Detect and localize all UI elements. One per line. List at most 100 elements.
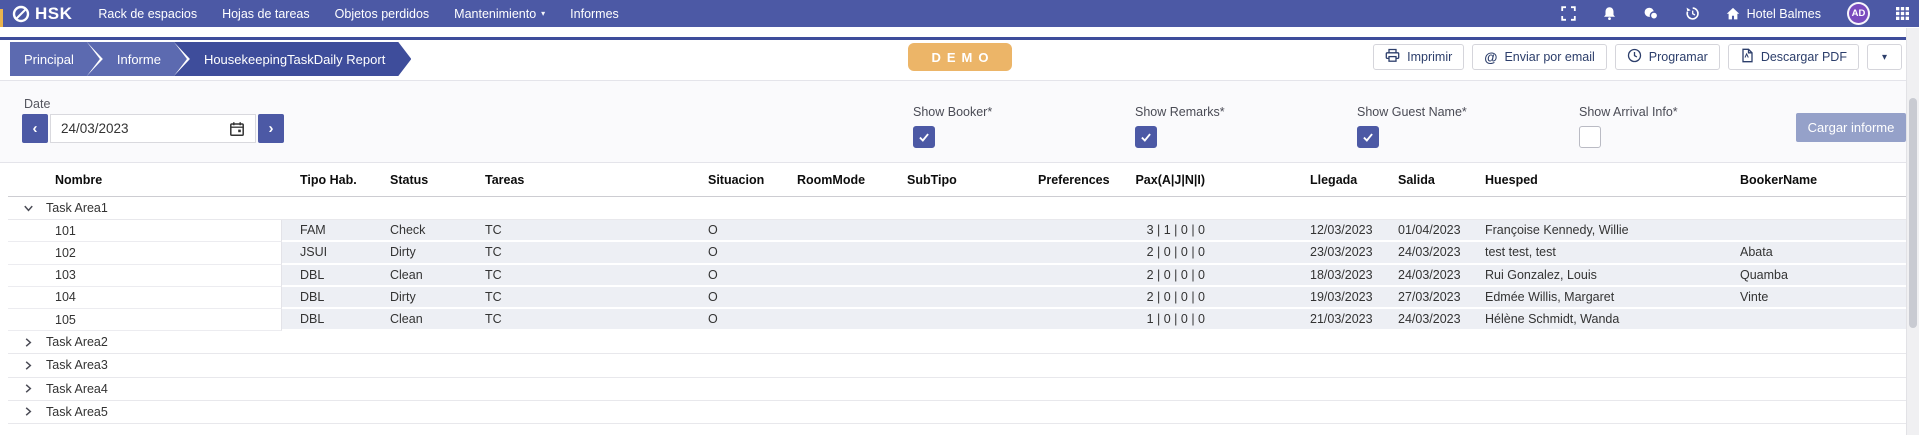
- col-header-situacion[interactable]: Situacion: [700, 163, 792, 196]
- chevron-right-icon[interactable]: [22, 405, 35, 418]
- cell-room-mode: [792, 287, 900, 309]
- user-avatar[interactable]: AD: [1847, 2, 1870, 25]
- menu-item-objetos-perdidos[interactable]: Objetos perdidos: [335, 7, 430, 21]
- group-label: Task Area4: [46, 382, 108, 396]
- menu-item-informes[interactable]: Informes: [570, 7, 619, 21]
- apps-grid-icon[interactable]: [1896, 7, 1909, 20]
- group-label: Task Area3: [46, 358, 108, 372]
- cell-tareas: TC: [474, 242, 700, 264]
- table-row-room-103[interactable]: 103DBLCleanTCO2 | 0 | 0 | 018/03/202324/…: [8, 265, 1910, 287]
- date-input[interactable]: 24/03/2023: [50, 114, 256, 143]
- cell-huesped: Rui Gonzalez, Louis: [1475, 265, 1735, 287]
- cell-pax: 1 | 0 | 0 | 0: [1130, 309, 1210, 331]
- col-header-subtipo[interactable]: SubTipo: [900, 163, 1032, 196]
- chevron-right-icon[interactable]: [22, 336, 35, 349]
- group-row-task-area4[interactable]: Task Area4: [8, 378, 1910, 401]
- group-row-task-area1[interactable]: Task Area1: [8, 197, 1910, 220]
- logo-text: HSK: [35, 4, 72, 24]
- chevron-right-icon[interactable]: [22, 359, 35, 372]
- scrollbar-thumb[interactable]: [1909, 98, 1917, 328]
- cell-room-mode: [792, 242, 900, 264]
- menu-item-hojas-de-tareas[interactable]: Hojas de tareas: [222, 7, 310, 21]
- hsk-logo[interactable]: HSK: [12, 4, 72, 24]
- calendar-icon[interactable]: [229, 121, 245, 137]
- group-row-task-area2[interactable]: Task Area2: [8, 331, 1910, 354]
- demo-badge: DEMO: [908, 43, 1012, 71]
- cell-salida: 24/03/2023: [1390, 242, 1475, 264]
- col-header-roommode[interactable]: RoomMode: [792, 163, 900, 196]
- load-report-button[interactable]: Cargar informe: [1796, 113, 1906, 142]
- cell-sub-tipo: [900, 309, 1032, 331]
- menu-item-mantenimiento[interactable]: Mantenimiento▾: [454, 7, 545, 21]
- menu-item-rack-de-espacios[interactable]: Rack de espacios: [98, 7, 197, 21]
- table-row-room-102[interactable]: 102JSUIDirtyTCO2 | 0 | 0 | 023/03/202324…: [8, 242, 1910, 264]
- show-arrival-info-checkbox[interactable]: [1579, 126, 1601, 148]
- col-header-pax[interactable]: Pax(A|J|N|I): [1130, 163, 1210, 196]
- col-header-bookername[interactable]: BookerName: [1735, 163, 1910, 196]
- cell-tipo-hab: DBL: [282, 265, 378, 287]
- table-row-room-104[interactable]: 104DBLDirtyTCO2 | 0 | 0 | 019/03/202327/…: [8, 287, 1910, 309]
- col-header-salida[interactable]: Salida: [1390, 163, 1475, 196]
- cell-tipo-hab: DBL: [282, 309, 378, 331]
- cell-room-mode: [792, 220, 900, 242]
- cell-nombre: 105: [8, 309, 282, 331]
- group-row-task-area3[interactable]: Task Area3: [8, 354, 1910, 377]
- history-icon[interactable]: [1685, 6, 1700, 21]
- cell-tareas: TC: [474, 220, 700, 242]
- col-header-tipo-hab[interactable]: Tipo Hab.: [282, 163, 378, 196]
- chevron-down-icon[interactable]: [22, 202, 35, 215]
- cell-room-mode: [792, 265, 900, 287]
- cell-pax: 2 | 0 | 0 | 0: [1130, 265, 1210, 287]
- checkmark-icon: [1139, 130, 1153, 144]
- chevron-down-icon: ▾: [1882, 52, 1887, 63]
- show-guest-name-checkbox[interactable]: [1357, 126, 1379, 148]
- col-header-huesped[interactable]: Huesped: [1475, 163, 1735, 196]
- show-booker-checkbox[interactable]: [913, 126, 935, 148]
- housekeeping-task-table: Nombre Tipo Hab. Status Tareas Situacion…: [8, 163, 1910, 424]
- chevron-down-icon: ▾: [541, 10, 545, 18]
- cell-huesped: test test, test: [1475, 242, 1735, 264]
- cell-preferences: [1032, 265, 1130, 287]
- main-menu: Rack de espacios Hojas de tareas Objetos…: [98, 7, 618, 21]
- cell-salida: 27/03/2023: [1390, 287, 1475, 309]
- hotel-name: Hotel Balmes: [1747, 7, 1821, 21]
- hotel-selector[interactable]: Hotel Balmes: [1726, 7, 1821, 21]
- col-header-llegada[interactable]: Llegada: [1210, 163, 1390, 196]
- col-header-preferences[interactable]: Preferences: [1032, 163, 1130, 196]
- checkmark-icon: [1361, 130, 1375, 144]
- chat-messages-icon[interactable]: [1643, 6, 1659, 21]
- cell-tareas: TC: [474, 287, 700, 309]
- cell-llegada: 23/03/2023: [1210, 242, 1390, 264]
- fullscreen-icon[interactable]: [1561, 6, 1576, 21]
- schedule-button[interactable]: Programar: [1615, 44, 1720, 70]
- notifications-bell-icon[interactable]: [1602, 6, 1617, 21]
- vertical-scrollbar[interactable]: [1906, 28, 1919, 435]
- print-button[interactable]: Imprimir: [1373, 44, 1464, 70]
- breadcrumb-current-report[interactable]: HousekeepingTaskDaily Report: [174, 42, 411, 76]
- cell-llegada: 18/03/2023: [1210, 265, 1390, 287]
- table-body: Task Area1101FAMCheckTCO3 | 1 | 0 | 012/…: [8, 197, 1910, 424]
- cell-situacion: O: [700, 242, 792, 264]
- report-filters: Date ‹ 24/03/2023 › Show Booker* Show Re…: [0, 80, 1919, 163]
- table-row-room-101[interactable]: 101FAMCheckTCO3 | 1 | 0 | 012/03/202301/…: [8, 220, 1910, 242]
- group-row-task-area5[interactable]: Task Area5: [8, 401, 1910, 424]
- chevron-right-icon[interactable]: [22, 382, 35, 395]
- col-header-status[interactable]: Status: [378, 163, 474, 196]
- show-remarks-checkbox[interactable]: [1135, 126, 1157, 148]
- send-email-button[interactable]: @ Enviar por email: [1472, 44, 1607, 70]
- date-value: 24/03/2023: [61, 121, 129, 136]
- breadcrumb-informe[interactable]: Informe: [87, 42, 187, 76]
- checkmark-icon: [917, 130, 931, 144]
- show-guest-name-label: Show Guest Name*: [1357, 105, 1467, 119]
- col-header-tareas[interactable]: Tareas: [474, 163, 700, 196]
- previous-day-button[interactable]: ‹: [22, 114, 48, 143]
- download-pdf-button[interactable]: Descargar PDF: [1728, 44, 1859, 70]
- next-day-button[interactable]: ›: [258, 114, 284, 143]
- cell-huesped: Edmée Willis, Margaret: [1475, 287, 1735, 309]
- cell-room-mode: [792, 309, 900, 331]
- breadcrumb-principal[interactable]: Principal: [10, 42, 100, 76]
- table-row-room-105[interactable]: 105DBLCleanTCO1 | 0 | 0 | 021/03/202324/…: [8, 309, 1910, 331]
- cell-huesped: Françoise Kennedy, Willie: [1475, 220, 1735, 242]
- download-options-dropdown-button[interactable]: ▾: [1867, 44, 1902, 70]
- col-header-nombre[interactable]: Nombre: [8, 163, 282, 196]
